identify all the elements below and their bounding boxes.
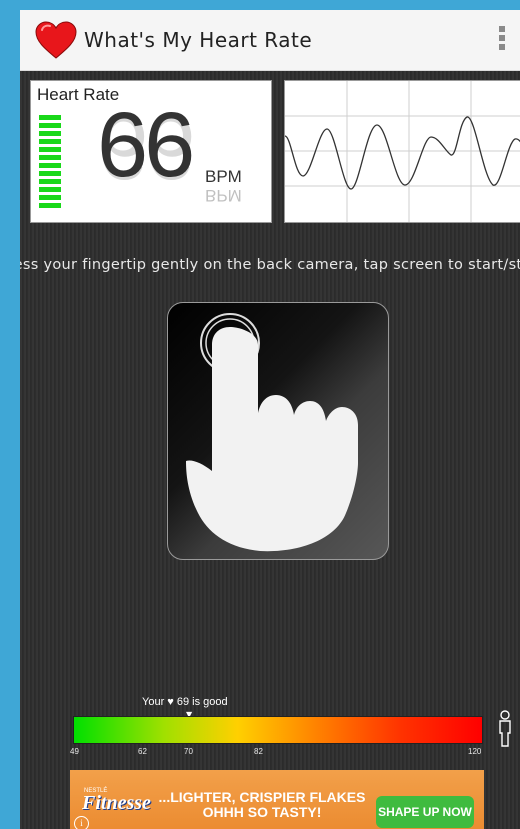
- heart-rate-panel: Heart Rate 66 66 BPM BPM: [30, 80, 272, 223]
- heart-rate-scale-bar: [73, 716, 483, 744]
- scale-tick: 70: [184, 747, 193, 756]
- scale-tick: 49: [70, 747, 79, 756]
- fingertip-icon: [186, 313, 358, 552]
- ad-info-icon[interactable]: i: [74, 816, 89, 829]
- pulse-waveform-panel: [284, 80, 520, 223]
- ad-cta-button[interactable]: SHAPE UP NOW: [376, 796, 474, 828]
- heart-rate-unit: BPM: [205, 167, 242, 186]
- app-bar: What's My Heart Rate: [20, 10, 520, 71]
- app-screen[interactable]: What's My Heart Rate Heart Rate 66 66 BP…: [20, 10, 520, 829]
- scale-caption: Your ♥ 69 is good: [142, 696, 228, 708]
- finger-sensor-pad[interactable]: [167, 302, 389, 560]
- pulse-waveform: [284, 81, 520, 222]
- app-title: What's My Heart Rate: [84, 28, 313, 52]
- heart-rate-value-reflection: 66: [97, 96, 192, 198]
- ad-headline: ...LIGHTER, CRISPIER FLAKES OHHH SO TAST…: [158, 789, 366, 820]
- ad-brand: Fitnesse: [82, 792, 151, 814]
- overflow-menu-icon[interactable]: [498, 26, 506, 54]
- scale-tick: 120: [468, 747, 482, 756]
- person-icon[interactable]: [497, 710, 513, 748]
- heart-rate-unit-reflection: BPM: [205, 186, 242, 205]
- scale-tick: 82: [254, 747, 263, 756]
- heart-icon: [35, 21, 77, 59]
- ad-banner[interactable]: NESTLÉ Fitnesse ...LIGHTER, CRISPIER FLA…: [70, 770, 484, 829]
- signal-level-bars: [39, 115, 61, 211]
- scale-tick: 62: [138, 747, 147, 756]
- instruction-text: Press your fingertip gently on the back …: [20, 257, 520, 273]
